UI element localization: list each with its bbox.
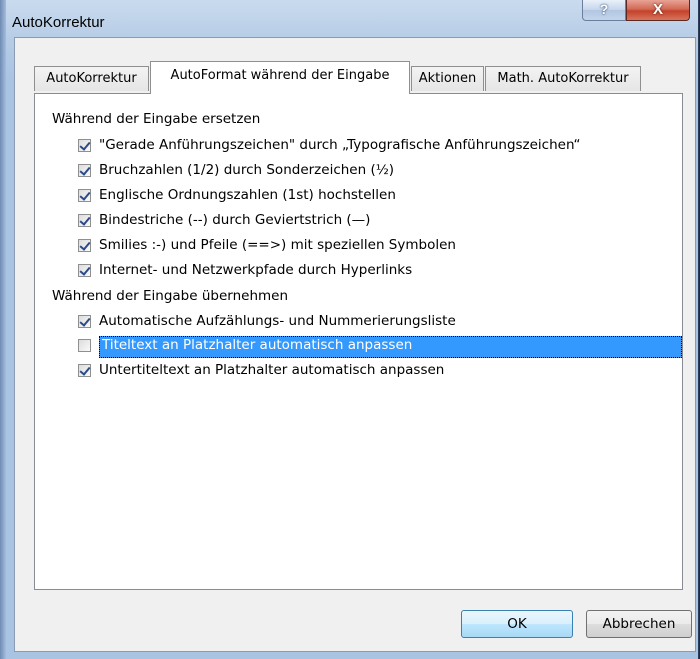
group-label-ersetzen: Während der Eingabe ersetzen	[52, 111, 261, 127]
tab-label: AutoKorrektur	[46, 71, 137, 86]
option-label: Titeltext an Platzhalter automatisch anp…	[102, 337, 413, 353]
tab-label: AutoFormat während der Eingabe	[170, 68, 390, 83]
tab-aktionen[interactable]: Aktionen	[411, 66, 484, 91]
help-icon: ?	[599, 1, 609, 17]
tab-math-autokorrektur[interactable]: Math. AutoKorrektur	[485, 66, 641, 91]
checkbox[interactable]	[78, 189, 91, 202]
checkbox[interactable]	[78, 239, 91, 252]
checkbox[interactable]	[78, 264, 91, 277]
checkbox[interactable]	[78, 139, 91, 152]
option-label: Internet- und Netzwerkpfade durch Hyperl…	[99, 262, 413, 278]
tab-label: Math. AutoKorrektur	[497, 71, 629, 86]
option-label: Bindestriche (--) durch Geviertstrich (—…	[99, 212, 371, 228]
autokorrektur-dialog: AutoKorrektur ? X AutoKorrektur AutoForm…	[0, 0, 699, 659]
cancel-button[interactable]: Abbrechen	[586, 610, 692, 638]
checkbox[interactable]	[78, 214, 91, 227]
window-border	[0, 0, 6, 659]
title-bar[interactable]: AutoKorrektur ? X	[0, 0, 699, 36]
option-label: Untertiteltext an Platzhalter automatisc…	[99, 362, 445, 378]
close-icon: X	[652, 1, 663, 18]
help-button[interactable]: ?	[582, 0, 626, 21]
option-label: "Gerade Anführungszeichen" durch „Typogr…	[99, 137, 581, 153]
checkbox[interactable]	[78, 315, 91, 328]
checkbox[interactable]	[78, 339, 91, 352]
window-title: AutoKorrektur	[12, 14, 105, 31]
tab-autoformat-waehrend-eingabe[interactable]: AutoFormat während der Eingabe	[150, 61, 410, 94]
tab-autokorrektur[interactable]: AutoKorrektur	[34, 66, 149, 91]
ok-button[interactable]: OK	[461, 610, 573, 638]
option-label: Englische Ordnungszahlen (1st) hochstell…	[99, 187, 396, 203]
option-label: Smilies :-) und Pfeile (==>) mit speziel…	[99, 237, 456, 253]
close-button[interactable]: X	[626, 0, 690, 21]
checkbox[interactable]	[78, 364, 91, 377]
option-titeltext-platzhalter[interactable]: Titeltext an Platzhalter automatisch anp…	[78, 336, 682, 358]
option-label: Bruchzahlen (1/2) durch Sonderzeichen (½…	[99, 162, 395, 178]
checkbox[interactable]	[78, 164, 91, 177]
group-label-uebernehmen: Während der Eingabe übernehmen	[52, 288, 289, 304]
option-label: Automatische Aufzählungs- und Nummerieru…	[99, 313, 456, 329]
tab-label: Aktionen	[418, 71, 477, 86]
